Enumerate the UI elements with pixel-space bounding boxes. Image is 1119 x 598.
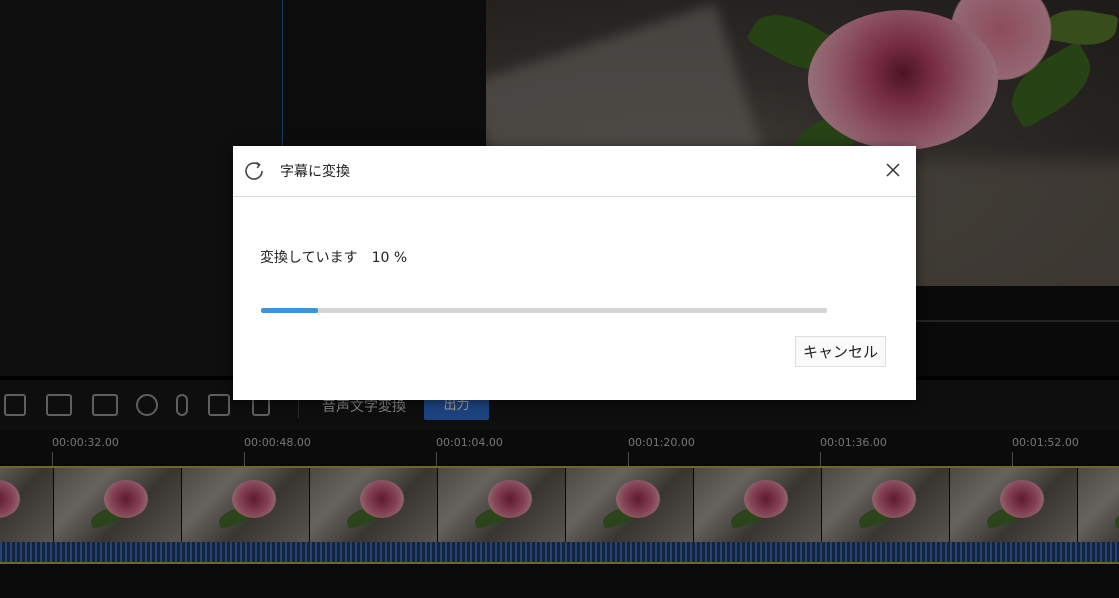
status-text: 変換しています [260,250,358,266]
cancel-button[interactable]: キャンセル [795,336,886,367]
close-icon[interactable] [883,160,903,180]
progress-bar [261,308,827,313]
conversion-status: 変換しています 10 % [260,247,407,267]
progress-bar-fill [261,308,318,313]
refresh-icon [245,161,263,180]
progress-percent: 10 % [371,250,408,266]
dialog-title: 字幕に変換 [280,164,350,180]
convert-subtitles-dialog: 字幕に変換 変換しています 10 % キャンセル [233,146,916,400]
dialog-header: 字幕に変換 [233,146,916,197]
